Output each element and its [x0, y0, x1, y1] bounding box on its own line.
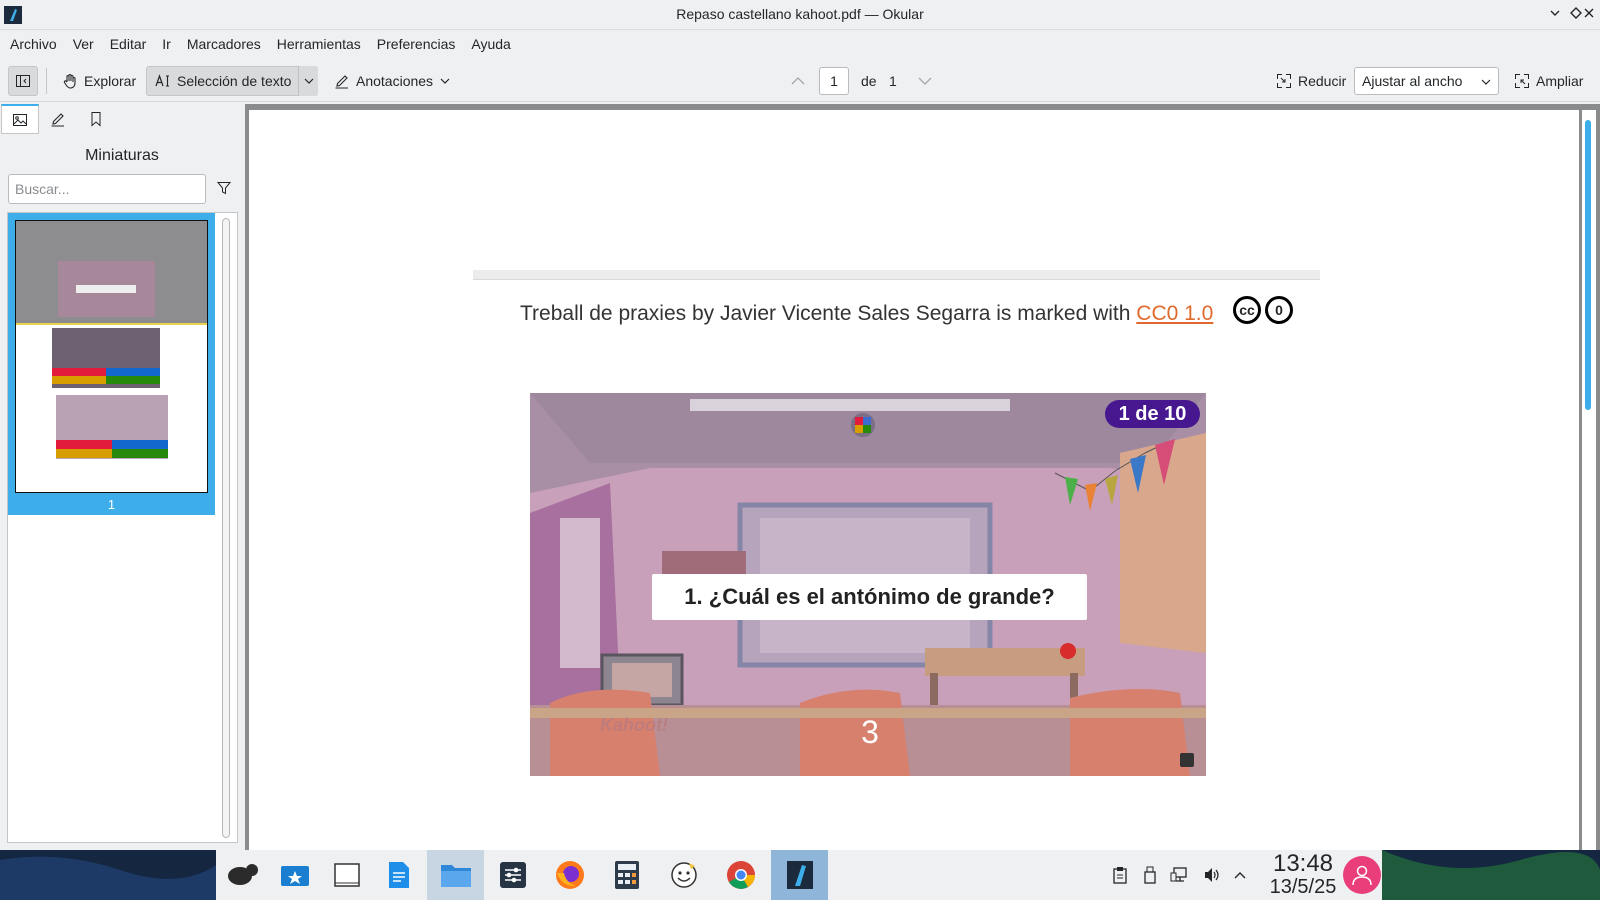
menu-ir[interactable]: Ir [156, 36, 179, 52]
clock-time[interactable]: 13:48 [1258, 851, 1348, 876]
tab-bookmarks[interactable] [77, 104, 115, 134]
window-title: Repaso castellano kahoot.pdf — Okular [676, 6, 924, 22]
sidebar-toggle-button[interactable] [8, 66, 38, 96]
dolphin-icon[interactable] [266, 850, 323, 900]
license-link[interactable]: CC0 1.0 [1136, 302, 1213, 325]
page-number-input[interactable]: 1 [819, 67, 849, 95]
credit-text: Treball de praxies by Javier Vicente Sal… [520, 302, 1137, 325]
calculator-icon[interactable] [598, 850, 655, 900]
question-text: 1. ¿Cuál es el antónimo de grande? [652, 574, 1087, 620]
cc-zero-icon: 0 [1265, 296, 1293, 324]
page-total: 1 [889, 73, 897, 89]
sidebar-icon [16, 75, 30, 87]
toolbar-separator [46, 68, 47, 94]
thumbnail-search-input[interactable]: Buscar... [8, 174, 206, 204]
title-bar: Repaso castellano kahoot.pdf — Okular [0, 0, 1600, 30]
selection-mode-dropdown[interactable] [298, 66, 318, 96]
hand-icon [63, 73, 76, 89]
minimize-icon[interactable] [1546, 6, 1564, 24]
clock-date[interactable]: 13/5/25 [1258, 876, 1348, 898]
terminal-window-icon[interactable] [318, 850, 375, 900]
cc-icon: cc [1233, 296, 1261, 324]
expand-icon [1180, 753, 1194, 767]
pen-icon [335, 75, 348, 89]
menu-ayuda[interactable]: Ayuda [465, 36, 518, 52]
text-editor-icon[interactable] [370, 850, 427, 900]
zoom-mode-select[interactable]: Ajustar al ancho [1354, 67, 1499, 95]
license-credit: Treball de praxies by Javier Vicente Sal… [520, 302, 1213, 326]
settings-icon[interactable] [484, 850, 541, 900]
tab-thumbnails[interactable] [1, 104, 39, 134]
chevron-down-icon [440, 78, 450, 84]
document-scrollbar[interactable] [1582, 110, 1596, 850]
menu-herramientas[interactable]: Herramientas [271, 36, 369, 52]
browse-label: Explorar [84, 73, 137, 89]
filter-icon[interactable] [216, 181, 232, 198]
scrollbar-handle[interactable] [1585, 120, 1591, 410]
clipboard-icon[interactable] [1112, 866, 1128, 887]
bookmark-icon [91, 112, 101, 127]
browse-button[interactable]: Explorar [54, 66, 144, 96]
menu-archivo[interactable]: Archivo [4, 36, 65, 52]
close-icon[interactable] [1580, 6, 1598, 24]
zoom-in-button[interactable]: Ampliar [1506, 66, 1591, 96]
text-selection-button[interactable]: Selección de texto [146, 66, 318, 96]
thumbnails-scrollbar[interactable] [222, 218, 230, 838]
page-of-label: de [861, 73, 877, 89]
annotations-button[interactable]: Anotaciones [326, 66, 459, 96]
zoom-in-icon [1515, 74, 1529, 88]
sidebar-title: Miniaturas [85, 147, 159, 164]
firefox-icon[interactable] [541, 850, 598, 900]
annotations-label: Anotaciones [356, 73, 434, 89]
user-avatar-icon[interactable] [1343, 856, 1381, 894]
question-counter-badge: 1 de 10 [1105, 400, 1200, 428]
menu-editar[interactable]: Editar [104, 36, 155, 52]
image-icon [13, 113, 27, 126]
zoom-mode-value: Ajustar al ancho [1362, 73, 1463, 89]
chevron-down-icon [1481, 79, 1491, 85]
zoom-in-label: Ampliar [1536, 73, 1584, 89]
thumbnail-page-number: 1 [107, 497, 116, 512]
menu-preferencias[interactable]: Preferencias [371, 36, 464, 52]
file-manager-icon[interactable] [427, 850, 484, 900]
kahoot-watermark: Kahoot! [600, 715, 668, 735]
previous-page-icon[interactable] [790, 73, 806, 92]
page-rule [473, 270, 1320, 280]
app-launcher-icon[interactable] [214, 850, 271, 900]
zoom-out-button[interactable]: Reducir [1268, 66, 1354, 96]
usb-device-icon[interactable] [1143, 866, 1157, 887]
network-icon[interactable] [1170, 866, 1188, 887]
tray-expand-icon[interactable] [1233, 868, 1247, 884]
menu-bar: Archivo Ver Editar Ir Marcadores Herrami… [0, 30, 1600, 58]
volume-icon[interactable] [1203, 866, 1221, 887]
text-cursor-icon [155, 74, 169, 87]
page-thumbnail[interactable] [15, 220, 208, 493]
chrome-icon[interactable] [712, 850, 769, 900]
zoom-out-icon [1277, 74, 1291, 88]
menu-marcadores[interactable]: Marcadores [181, 36, 269, 52]
tab-annotations[interactable] [39, 104, 77, 134]
pen-icon [51, 113, 64, 127]
okular-taskbar-icon[interactable] [771, 850, 828, 900]
chevron-down-icon [304, 78, 313, 84]
countdown-timer: 3 [861, 714, 879, 750]
text-selection-label: Selección de texto [177, 73, 292, 89]
menu-ver[interactable]: Ver [67, 36, 102, 52]
next-page-icon[interactable] [917, 73, 933, 92]
emoji-picker-icon[interactable] [655, 850, 712, 900]
zoom-out-label: Reducir [1298, 73, 1347, 89]
